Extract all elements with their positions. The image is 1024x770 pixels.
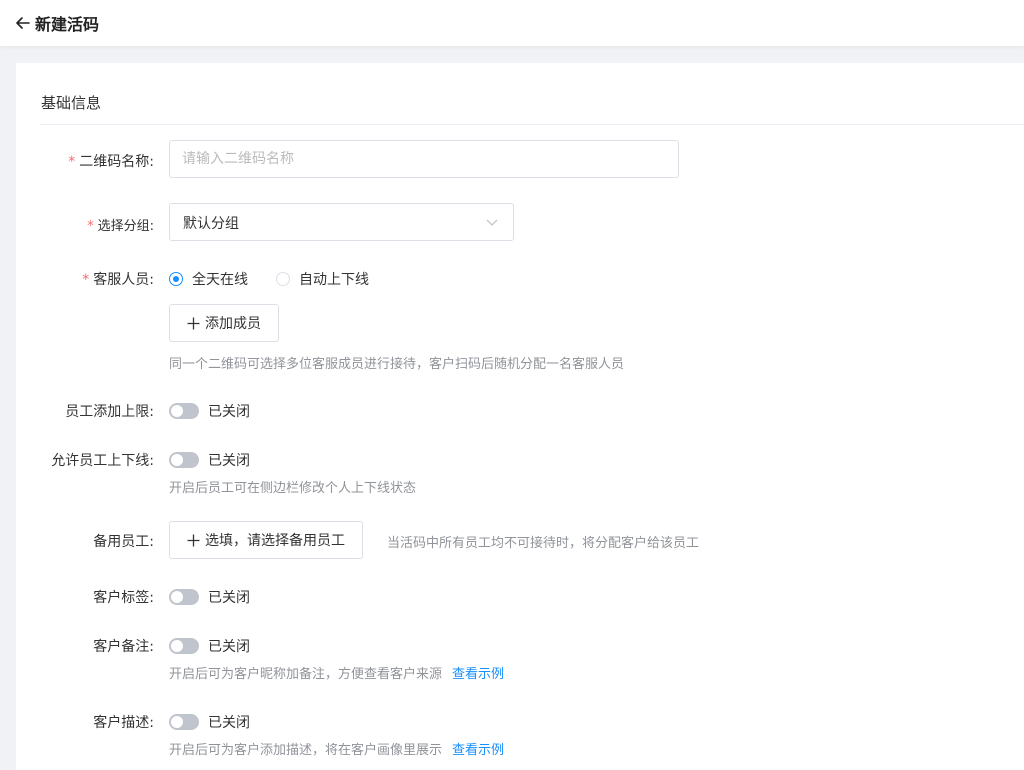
toggle-state-text: 已关闭 [208,715,250,731]
qr-name-label: * 二维码名称: [68,154,154,170]
toggle-state-text: 已关闭 [208,453,250,469]
form-card: 基础信息 *二维码名称: *选择分组: 默认分组 *客服人员: 全天在线 自动上… [16,63,1024,770]
customer-desc-hint-text: 开启后可为客户添加描述，将在客户画像里展示 [169,743,443,758]
plus-icon [187,534,200,546]
required-mark: * [82,272,90,288]
radio-all-day-online[interactable]: 全天在线 [169,269,248,289]
customer-desc-hint: 开启后可为客户添加描述，将在客户画像里展示 查看示例 [169,739,504,758]
radio-unchecked-icon [276,272,290,286]
allow-online-hint: 开启后员工可在侧边栏修改个人上下线状态 [169,481,417,496]
required-mark: * [68,154,76,170]
view-example-link[interactable]: 查看示例 [452,667,504,682]
toggle-switch[interactable] [169,638,199,654]
customer-remark-label: 客户备注: [93,639,154,655]
allow-online-toggle[interactable]: 已关闭 [169,450,250,470]
radio-label: 自动上下线 [299,272,369,288]
page-header: 新建活码 [0,0,1024,46]
staff-limit-toggle[interactable]: 已关闭 [169,401,250,421]
customer-remark-hint-text: 开启后可为客户昵称加备注，方便查看客户来源 [169,667,443,682]
add-member-label: 添加成员 [205,316,261,332]
page-title: 新建活码 [35,15,100,34]
radio-label: 全天在线 [192,272,248,288]
add-member-button[interactable]: 添加成员 [169,304,279,342]
group-label: * 选择分组: [87,219,154,234]
section-title: 基础信息 [41,94,102,112]
radio-checked-icon [169,272,183,286]
customer-desc-toggle[interactable]: 已关闭 [169,712,250,732]
toggle-switch[interactable] [169,714,199,730]
toggle-state-text: 已关闭 [208,639,250,655]
toggle-state-text: 已关闭 [208,404,250,420]
backup-staff-button-label: 选填，请选择备用员工 [205,533,345,549]
toggle-switch[interactable] [169,452,199,468]
customer-tag-toggle[interactable]: 已关闭 [169,587,250,607]
radio-auto-online[interactable]: 自动上下线 [276,269,369,289]
allow-online-label: 允许员工上下线: [51,453,154,469]
backup-staff-label: 备用员工: [93,534,154,550]
select-backup-staff-button[interactable]: 选填，请选择备用员工 [169,521,363,559]
service-staff-label: * 客服人员: [82,272,154,288]
arrow-left-icon [16,17,30,29]
customer-remark-toggle[interactable]: 已关闭 [169,636,250,656]
toggle-switch[interactable] [169,403,199,419]
back-button[interactable]: 新建活码 [14,11,99,35]
qr-name-field[interactable] [169,140,679,178]
view-example-link[interactable]: 查看示例 [452,743,504,758]
customer-tag-label: 客户标签: [93,590,154,606]
group-select[interactable]: 默认分组 [169,203,514,241]
backup-staff-hint: 当活码中所有员工均不可接待时，将分配客户给该员工 [387,536,700,551]
plus-icon [187,317,200,329]
service-staff-hint: 同一个二维码可选择多位客服成员进行接待，客户扫码后随机分配一名客服人员 [169,357,625,372]
section-divider [40,124,1024,125]
chevron-down-icon [486,219,498,226]
customer-desc-label: 客户描述: [93,715,154,731]
staff-limit-label: 员工添加上限: [65,404,154,420]
group-selected-value: 默认分组 [183,216,239,232]
required-mark: * [87,219,94,234]
customer-remark-hint: 开启后可为客户昵称加备注，方便查看客户来源 查看示例 [169,663,504,682]
qr-name-input[interactable] [170,141,678,177]
toggle-switch[interactable] [169,589,199,605]
toggle-state-text: 已关闭 [208,590,250,606]
